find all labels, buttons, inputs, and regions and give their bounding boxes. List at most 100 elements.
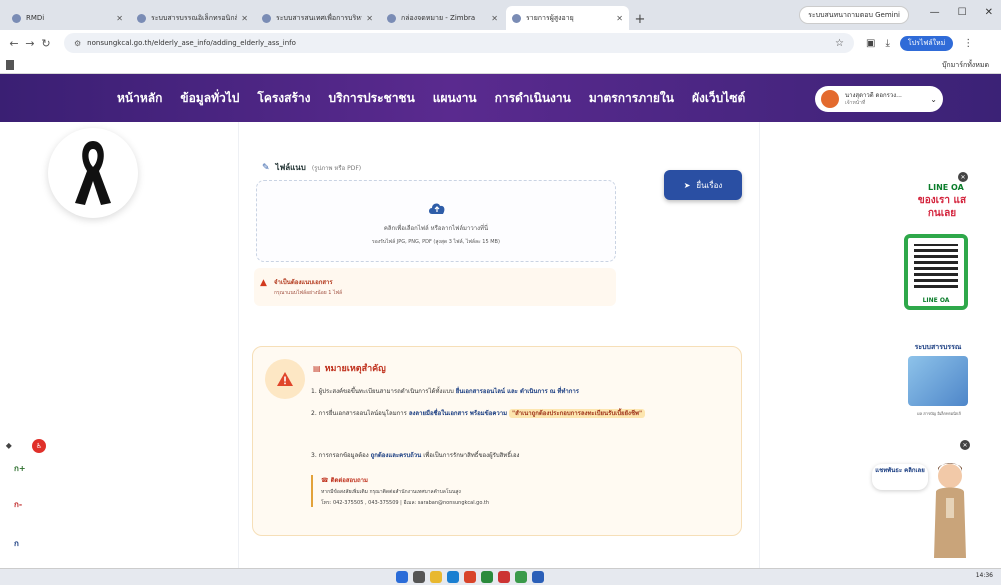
nav-item-sitemap[interactable]: ผังเว็บไซต์: [683, 89, 754, 108]
user-name: นางสุดาวดี ดอกรวง...: [845, 91, 902, 99]
notice-warning-icon: [265, 359, 305, 399]
black-ribbon-icon: [75, 141, 111, 205]
extension-icon[interactable]: ▣: [866, 38, 875, 49]
line-app-icon[interactable]: [515, 571, 527, 583]
browser-tab[interactable]: ระบบสารบรรณอิเล็กทรอนิกส์ ✕: [131, 6, 254, 30]
system-clock: 14:36: [975, 572, 993, 579]
minimize-icon[interactable]: —: [930, 7, 940, 18]
close-window-icon[interactable]: ✕: [985, 7, 993, 18]
tab-favicon-icon: [387, 13, 396, 23]
attachment-warning: ▲ จำเป็นต้องแนบเอกสาร กรุณาแนบไฟล์อย่างน…: [254, 268, 616, 306]
download-icon[interactable]: ⤓: [885, 38, 889, 49]
send-icon: ➤: [683, 180, 691, 190]
chatbot-avatar-icon: [934, 463, 966, 558]
url-text: nonsungkcal.go.th/elderly_ase_info/addin…: [87, 39, 296, 47]
search-icon[interactable]: [413, 571, 425, 583]
dropzone-file-limits: รองรับไฟล์ JPG, PNG, PDF (สูงสุด 3 ไฟล์,…: [372, 239, 500, 245]
qr-code-icon: [914, 244, 958, 288]
maximize-icon[interactable]: ☐: [958, 7, 967, 18]
browser-toolbar: ← → ↻ ⚙ nonsungkcal.go.th/elderly_ase_in…: [0, 30, 1001, 56]
browser-tab[interactable]: ระบบสารสนเทศเพื่อการบริหารจัดการ✕: [256, 6, 379, 30]
nav-item-plans[interactable]: แผนงาน: [424, 89, 486, 108]
accessibility-toggle-icon[interactable]: ♿: [32, 439, 46, 453]
close-icon[interactable]: ✕: [960, 440, 970, 450]
window-controls: — ☐ ✕: [930, 7, 993, 18]
forward-icon[interactable]: →: [22, 37, 38, 50]
submit-button[interactable]: ➤ ยื่นเรื่อง: [664, 170, 742, 200]
toolbar-icons: ▣ ⤓ โปรไฟล์ใหม่ ⋮: [866, 35, 973, 51]
bookmark-icon[interactable]: [6, 60, 14, 70]
nav-item-internal-measures[interactable]: มาตรการภายใน: [580, 89, 683, 108]
profile-button[interactable]: โปรไฟล์ใหม่: [899, 35, 954, 51]
browser-tab[interactable]: กล่องจดหมาย - Zimbra ✕: [381, 6, 504, 30]
user-menu[interactable]: นางสุดาวดี ดอกรวง... เจ้าหน้าที่ ⌄: [815, 86, 943, 112]
line-qr-code: LINE OA: [904, 234, 968, 310]
menu-icon[interactable]: ⋮: [963, 38, 973, 49]
attachment-label: ✎ ไฟล์แนบ (รูปภาพ หรือ PDF): [262, 162, 362, 173]
line-oa-widget[interactable]: ✕ LINE OA ของเรา แสกนเลย LINE OA: [894, 172, 980, 328]
user-role: เจ้าหน้าที่: [845, 99, 866, 106]
chatbot-widget[interactable]: ✕ แชทพันธะ คลิกเลย: [872, 440, 972, 564]
warning-icon: ▲: [260, 278, 267, 288]
contact-title: ☎ ติดต่อสอบถาม: [321, 477, 368, 484]
new-tab-button[interactable]: +: [631, 8, 649, 30]
site-menu: หน้าหลัก ข้อมูลทั่วไป โครงสร้าง บริการปร…: [108, 89, 754, 108]
start-icon[interactable]: [396, 571, 408, 583]
saraban-widget[interactable]: ระบบสารบรรณ ผล สารบัญ อิเล็กทรอนิกส์: [898, 342, 978, 422]
chrome-icon[interactable]: [464, 571, 476, 583]
nav-item-general[interactable]: ข้อมูลทั่วไป: [171, 89, 248, 108]
close-tab-icon[interactable]: ✕: [616, 14, 623, 23]
dropzone-instruction: คลิกเพื่อเลือกไฟล์ หรือลากไฟล์มาวางที่นี…: [383, 225, 489, 232]
notice-item-3: 3. การกรอกข้อมูลต้อง ถูกต้องและครบถ้วน เ…: [311, 452, 520, 459]
browser-tab-active[interactable]: รายการผู้สูงอายุ ✕: [506, 6, 629, 30]
site-navigation: หน้าหลัก ข้อมูลทั่วไป โครงสร้าง บริการปร…: [0, 74, 1001, 122]
site-info-icon[interactable]: ⚙: [74, 39, 81, 48]
tab-favicon-icon: [262, 13, 271, 23]
close-icon[interactable]: ✕: [958, 172, 968, 182]
edge-icon[interactable]: [447, 571, 459, 583]
taskbar-apps: [396, 571, 544, 583]
file-explorer-icon[interactable]: [430, 571, 442, 583]
cloud-upload-icon: [429, 203, 445, 214]
nav-item-services[interactable]: บริการประชาชน: [320, 89, 424, 108]
bookmarks-bar: บุ๊กมาร์กทั้งหมด: [0, 56, 1001, 74]
all-bookmarks[interactable]: บุ๊กมาร์กทั้งหมด: [942, 60, 989, 71]
app-icon[interactable]: [481, 571, 493, 583]
nav-item-operations[interactable]: การดำเนินงาน: [486, 89, 580, 108]
text-increase-icon[interactable]: ก+: [14, 462, 26, 475]
browser-tab[interactable]: RMDi ✕: [6, 6, 129, 30]
chevron-down-icon: ⌄: [930, 94, 937, 104]
text-decrease-icon[interactable]: ก-: [14, 498, 22, 511]
user-info: นางสุดาวดี ดอกรวง... เจ้าหน้าที่: [845, 92, 930, 106]
document-icon: ▤: [313, 363, 321, 373]
paperclip-icon: ✎: [262, 162, 270, 173]
important-notice: ▤ หมายเหตุสำคัญ 1. ผู้ประสงค์ขอขึ้นทะเบี…: [252, 346, 742, 536]
file-dropzone[interactable]: คลิกเพื่อเลือกไฟล์ หรือลากไฟล์มาวางที่นี…: [256, 180, 616, 262]
close-tab-icon[interactable]: ✕: [366, 14, 373, 23]
back-icon[interactable]: ←: [6, 37, 22, 50]
contact-info: ☎ ติดต่อสอบถาม หากมีข้อสงสัยเพิ่มเติม กร…: [311, 475, 711, 507]
close-tab-icon[interactable]: ✕: [116, 14, 123, 23]
tab-favicon-icon: [12, 13, 21, 23]
reload-icon[interactable]: ↻: [38, 37, 54, 50]
notice-item-1: 1. ผู้ประสงค์ขอขึ้นทะเบียนสามารถดำเนินกา…: [311, 388, 579, 395]
accessibility-icon[interactable]: ⬥: [6, 441, 12, 451]
app-icon[interactable]: [532, 571, 544, 583]
gemini-button[interactable]: ระบบสนทนาถามตอบ Gemini: [799, 6, 909, 24]
browser-tab-bar: RMDi ✕ ระบบสารบรรณอิเล็กทรอนิกส์ ✕ ระบบสาร…: [0, 0, 1001, 30]
address-bar[interactable]: ⚙ nonsungkcal.go.th/elderly_ase_info/add…: [64, 33, 854, 53]
close-tab-icon[interactable]: ✕: [241, 14, 248, 23]
close-tab-icon[interactable]: ✕: [491, 14, 498, 23]
nav-item-home[interactable]: หน้าหลัก: [108, 89, 171, 108]
saraban-illustration: [908, 356, 968, 406]
bookmark-star-icon[interactable]: ☆: [835, 38, 844, 49]
text-reset-icon[interactable]: ก: [14, 537, 19, 550]
avatar: [821, 90, 839, 108]
tab-favicon-icon: [137, 13, 146, 23]
taskbar: 14:36: [0, 568, 1001, 585]
notice-title: ▤ หมายเหตุสำคัญ: [313, 363, 386, 375]
chat-bubble[interactable]: แชทพันธะ คลิกเลย: [872, 464, 928, 490]
app-icon[interactable]: [498, 571, 510, 583]
nav-item-structure[interactable]: โครงสร้าง: [248, 89, 319, 108]
phone-icon: ☎: [321, 477, 329, 484]
